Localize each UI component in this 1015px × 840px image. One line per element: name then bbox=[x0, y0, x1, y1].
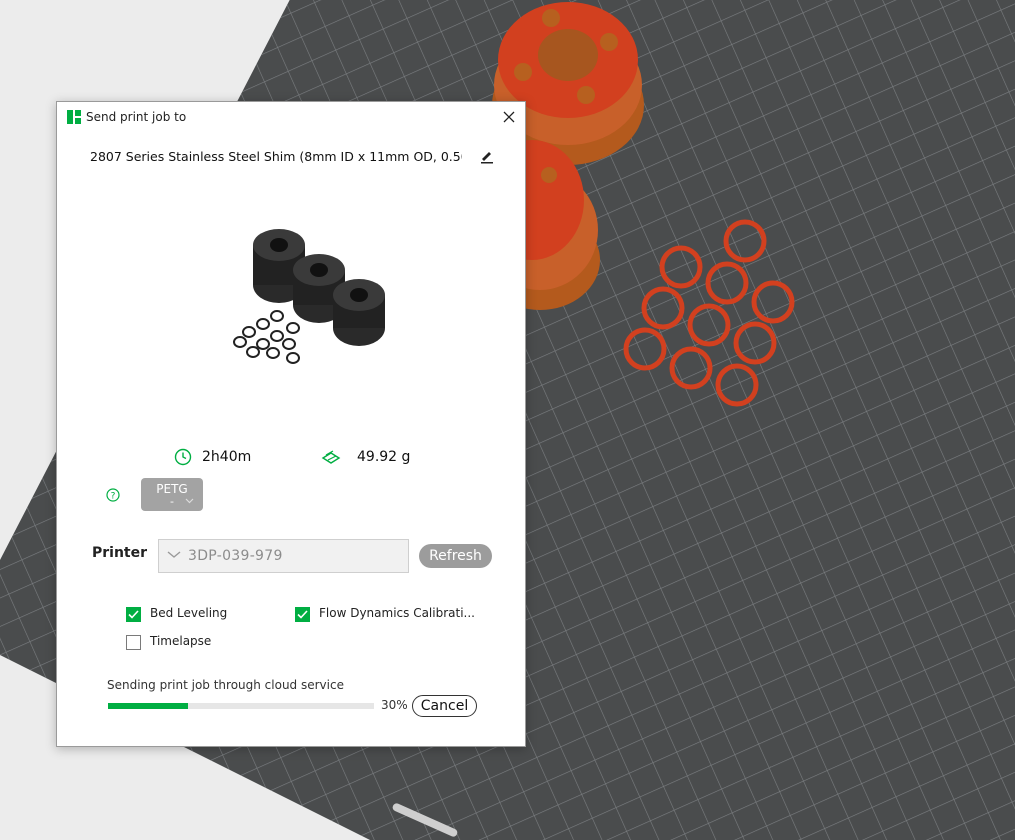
timelapse-checkbox[interactable] bbox=[126, 635, 141, 650]
checkmark-icon bbox=[128, 610, 139, 619]
dialog-title: Send print job to bbox=[86, 110, 187, 124]
progress-percent: 30% bbox=[381, 698, 408, 712]
send-print-job-dialog: Send print job to 2807 Series Stainless … bbox=[56, 101, 526, 747]
upload-progress-fill bbox=[108, 703, 188, 709]
chevron-down-icon bbox=[167, 551, 181, 558]
edit-pencil-icon[interactable] bbox=[479, 148, 495, 164]
filament-type: PETG bbox=[156, 482, 188, 496]
refresh-button[interactable]: Refresh bbox=[419, 544, 492, 568]
app-logo-icon bbox=[67, 110, 81, 124]
upload-progress-bar bbox=[108, 703, 374, 709]
flow-dynamics-label: Flow Dynamics Calibrati... bbox=[319, 606, 475, 620]
printer-select[interactable]: 3DP-039-979 bbox=[158, 539, 409, 573]
clock-icon bbox=[174, 448, 192, 466]
help-icon[interactable]: ? bbox=[106, 488, 120, 502]
bed-leveling-label: Bed Leveling bbox=[150, 606, 228, 620]
printer-select-value: 3DP-039-979 bbox=[188, 548, 283, 564]
timelapse-label: Timelapse bbox=[150, 634, 212, 648]
chevron-down-icon bbox=[185, 498, 194, 504]
filament-weight-value: 49.92 g bbox=[357, 449, 411, 465]
cancel-button[interactable]: Cancel bbox=[412, 695, 477, 717]
printer-label: Printer bbox=[92, 545, 148, 561]
print-time-value: 2h40m bbox=[202, 449, 252, 465]
close-icon[interactable] bbox=[499, 107, 519, 127]
filament-slot-chip[interactable]: PETG - bbox=[141, 478, 203, 511]
sending-status-text: Sending print job through cloud service bbox=[107, 678, 344, 692]
svg-text:?: ? bbox=[111, 492, 116, 502]
bed-leveling-checkbox[interactable] bbox=[126, 607, 141, 622]
filament-weight-icon bbox=[321, 450, 341, 464]
checkmark-icon bbox=[297, 610, 308, 619]
plate-thumbnail bbox=[233, 229, 385, 364]
dialog-titlebar: Send print job to bbox=[57, 102, 525, 132]
flow-dynamics-checkbox[interactable] bbox=[295, 607, 310, 622]
job-name: 2807 Series Stainless Steel Shim (8mm ID… bbox=[90, 149, 462, 164]
